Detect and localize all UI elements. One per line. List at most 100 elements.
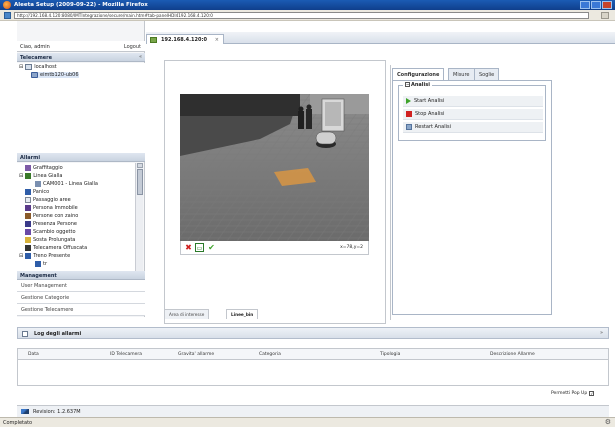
- collapse-icon[interactable]: −: [405, 82, 410, 87]
- log-title: Log degli allarmi: [34, 331, 82, 337]
- video-subtabs: Area di interesse Linee_bin: [164, 309, 386, 319]
- logout-link[interactable]: Logout: [124, 44, 141, 50]
- col-categoria[interactable]: Categoria: [259, 352, 281, 357]
- alarm-item[interactable]: CAM001 - Linea Gialla: [35, 181, 98, 187]
- menu-user-management[interactable]: User Management: [17, 280, 145, 292]
- allarmi-panel-header[interactable]: Allarmi: [17, 153, 145, 162]
- tree-node-localhost[interactable]: ⊟ localhost: [19, 64, 57, 70]
- left-sidebar: Ciao, admin Logout Telecamere « ⊟ localh…: [17, 21, 145, 317]
- alarm-item[interactable]: ⊟ Treno Presente: [19, 253, 70, 259]
- minimize-button[interactable]: [580, 1, 590, 9]
- revision-label: Revision: 1.2.637M: [33, 409, 81, 415]
- tree-expand-icon[interactable]: ⊟: [19, 173, 23, 179]
- col-data[interactable]: Data: [28, 352, 39, 357]
- camera-tab-icon: [150, 37, 157, 43]
- alarm-item[interactable]: Telecamera Offuscata: [25, 245, 87, 251]
- status-text: Completato: [3, 420, 33, 426]
- alarm-item[interactable]: Scambio oggetto: [25, 229, 76, 235]
- tab-camera[interactable]: 192.168.4.120:0 ×: [146, 34, 224, 44]
- video-controls: ✖ ▭ ✔ x=78,y=2: [180, 241, 369, 255]
- alarm-label: Graffitaggio: [33, 165, 63, 171]
- confirm-icon[interactable]: ✔: [207, 243, 216, 252]
- alarm-label: Presenza Persone: [33, 221, 77, 227]
- tab-configurazione[interactable]: Configurazione: [392, 68, 445, 80]
- delete-icon[interactable]: ✖: [184, 243, 193, 252]
- telecamere-title: Telecamere: [20, 55, 53, 61]
- address-bar: http://192.168.4.120:8080/IMTIntegrazion…: [0, 10, 615, 21]
- tab-area-interesse[interactable]: Area di interesse: [164, 309, 210, 319]
- restart-analisi-button[interactable]: Restart Analisi: [403, 122, 543, 133]
- alarm-item[interactable]: Panico: [25, 189, 49, 195]
- menu-gestione-categorie[interactable]: Gestione Categorie: [17, 292, 145, 304]
- people-icon: [25, 221, 31, 227]
- popup-checkbox[interactable]: ✓: [589, 391, 595, 396]
- train-icon: [25, 253, 32, 259]
- go-icon[interactable]: [601, 12, 609, 19]
- alarm-label: tr: [43, 261, 48, 267]
- alarm-label: Persone con zaino: [33, 213, 79, 219]
- tab-linee-bin[interactable]: Linee_bin: [226, 309, 259, 319]
- tree-node-camera[interactable]: eimtb120-ub06: [31, 72, 79, 78]
- analisi-title: Analisi: [411, 82, 430, 88]
- start-analisi-button[interactable]: Start Analisi: [403, 96, 543, 107]
- config-tabs: Configurazione Misure Soglie: [392, 68, 552, 80]
- window-title: Aleeta Setup (2009-09-22) - Mozilla Fire…: [14, 2, 148, 8]
- log-panel-header[interactable]: Log degli allarmi »: [17, 327, 609, 339]
- scroll-thumb[interactable]: [137, 169, 143, 195]
- menu-gestione-telecamere[interactable]: Gestione Telecamere: [17, 304, 145, 316]
- alarm-item[interactable]: Sosta Prolungata: [25, 237, 75, 243]
- alarm-item[interactable]: ⊟ Linea Gialla: [19, 173, 62, 179]
- alarm-label: CAM001 - Linea Gialla: [43, 181, 98, 187]
- button-label: Start Analisi: [414, 98, 445, 104]
- popup-toggle[interactable]: Permetti Pop Up ✓: [551, 391, 595, 396]
- col-id-telecamera[interactable]: ID Telecamera: [110, 352, 142, 357]
- gear-icon[interactable]: ⚙: [605, 419, 611, 426]
- stop-analisi-button[interactable]: Stop Analisi: [403, 109, 543, 120]
- collapse-sidebar-icon[interactable]: «: [139, 54, 142, 60]
- pen-icon: [21, 409, 29, 414]
- col-tipologia[interactable]: Tipologia: [380, 352, 400, 357]
- expand-icon[interactable]: »: [600, 330, 603, 336]
- telecamere-panel-header[interactable]: Telecamere «: [17, 53, 145, 62]
- camera-video-feed[interactable]: [180, 94, 369, 241]
- alarm-item[interactable]: tr: [35, 261, 47, 267]
- tree-expand-icon[interactable]: ⊟: [19, 64, 23, 70]
- col-descrizione[interactable]: Descrizione Allarme: [490, 352, 535, 357]
- user-greeting: Ciao, admin: [20, 44, 50, 50]
- firefox-icon: [3, 1, 11, 9]
- alarm-item[interactable]: Presenza Persone: [25, 221, 77, 227]
- close-window-button[interactable]: [602, 1, 612, 9]
- analisi-legend[interactable]: − Analisi: [403, 82, 432, 88]
- tab-misure[interactable]: Misure: [448, 68, 475, 80]
- alarm-label: Passaggio aree: [33, 197, 71, 203]
- tab-soglie[interactable]: Soglie: [474, 68, 500, 80]
- scroll-up-arrow[interactable]: [137, 163, 143, 168]
- save-icon[interactable]: ▭: [195, 243, 204, 252]
- alarm-item[interactable]: Passaggio aree: [25, 197, 71, 203]
- stop-icon: [406, 111, 412, 117]
- backpack-icon: [25, 213, 31, 219]
- window-controls: [580, 1, 612, 9]
- alarm-item[interactable]: Graffitaggio: [25, 165, 63, 171]
- alarm-label: Telecamera Offuscata: [33, 245, 88, 251]
- tab-close-icon[interactable]: ×: [215, 37, 219, 43]
- alarm-label: Scambio oggetto: [33, 229, 76, 235]
- maximize-button[interactable]: [591, 1, 601, 9]
- camera-tree: ⊟ localhost eimtb120-ub06: [17, 63, 145, 153]
- alarm-label: Persona Immobile: [33, 205, 78, 211]
- url-input[interactable]: http://192.168.4.120:8080/IMTIntegrazion…: [14, 12, 589, 19]
- analisi-fieldset: − Analisi Start Analisi Stop Analisi Rest…: [398, 82, 546, 141]
- col-gravita[interactable]: Gravita' allarme: [178, 352, 214, 357]
- main-tabstrip: 192.168.4.120:0 ×: [146, 32, 615, 44]
- management-panel-header[interactable]: Management: [17, 271, 145, 280]
- exchange-icon: [25, 229, 31, 235]
- allarmi-title: Allarmi: [20, 155, 41, 161]
- tree-expand-icon[interactable]: ⊟: [19, 253, 23, 259]
- log-checkbox[interactable]: [22, 331, 28, 337]
- clock-icon: [25, 237, 31, 243]
- alarm-item[interactable]: Persona Immobile: [25, 205, 78, 211]
- person-icon: [25, 205, 31, 211]
- train-icon: [35, 261, 41, 267]
- alarm-item[interactable]: Persone con zaino: [25, 213, 78, 219]
- button-label: Stop Analisi: [415, 111, 445, 117]
